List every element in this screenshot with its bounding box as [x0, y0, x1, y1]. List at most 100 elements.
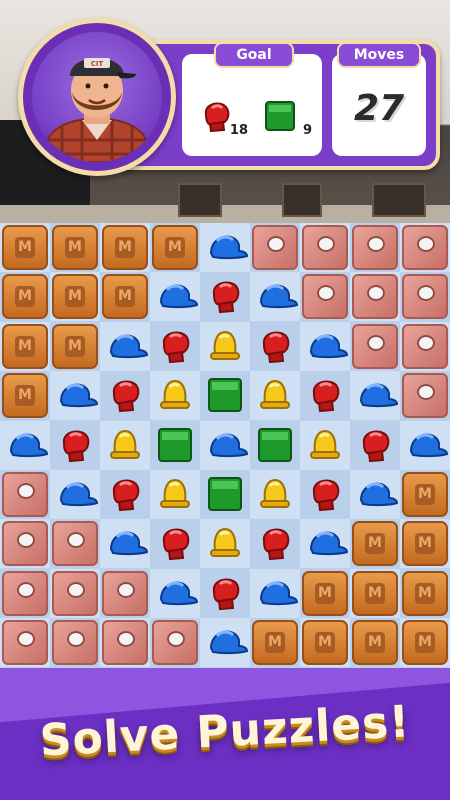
- board-cell[interactable]: M: [300, 618, 350, 668]
- crate-tile[interactable]: M: [302, 570, 348, 616]
- board-cell[interactable]: [300, 420, 350, 470]
- boxing-glove-icon[interactable]: [305, 375, 345, 419]
- cap-icon[interactable]: [355, 474, 399, 518]
- board-cell[interactable]: [100, 470, 150, 519]
- marble-tile[interactable]: [402, 225, 448, 270]
- crate-tile[interactable]: M: [402, 570, 448, 616]
- crate-tile[interactable]: M: [52, 274, 98, 320]
- board-cell[interactable]: M: [0, 223, 50, 272]
- crate-tile[interactable]: M: [2, 274, 48, 320]
- board-cell[interactable]: [200, 223, 250, 272]
- crate-tile[interactable]: M: [2, 323, 48, 369]
- board-cell[interactable]: [300, 470, 350, 519]
- cap-icon[interactable]: [55, 375, 99, 419]
- board-cell[interactable]: [50, 618, 100, 668]
- crate-tile[interactable]: M: [352, 521, 398, 567]
- marble-tile[interactable]: [302, 274, 348, 320]
- board-cell[interactable]: [350, 371, 400, 421]
- board-cell[interactable]: [150, 272, 200, 322]
- cap-icon[interactable]: [5, 425, 49, 469]
- board-cell[interactable]: M: [0, 321, 50, 371]
- board-cell[interactable]: [50, 519, 100, 569]
- board-cell[interactable]: M: [50, 321, 100, 371]
- cap-icon[interactable]: [305, 326, 349, 370]
- board-cell[interactable]: [100, 568, 150, 618]
- board-cell[interactable]: M: [0, 371, 50, 421]
- board-cell[interactable]: M: [300, 568, 350, 618]
- board-cell[interactable]: [150, 371, 200, 421]
- crate-tile[interactable]: M: [352, 570, 398, 616]
- marble-tile[interactable]: [402, 323, 448, 369]
- board-cell[interactable]: M: [250, 618, 300, 668]
- bell-icon[interactable]: [305, 425, 345, 469]
- boxing-glove-icon[interactable]: [155, 523, 195, 567]
- board-cell[interactable]: M: [50, 272, 100, 322]
- marble-tile[interactable]: [2, 570, 48, 616]
- crate-tile[interactable]: M: [152, 225, 198, 270]
- green-block-icon[interactable]: [205, 375, 245, 419]
- board-cell[interactable]: [0, 618, 50, 668]
- board-cell[interactable]: [300, 371, 350, 421]
- board-cell[interactable]: [150, 470, 200, 519]
- board-cell[interactable]: M: [50, 223, 100, 272]
- board-cell[interactable]: [200, 568, 250, 618]
- board-cell[interactable]: [250, 568, 300, 618]
- board-cell[interactable]: [400, 223, 450, 272]
- cap-icon[interactable]: [205, 425, 249, 469]
- bell-icon[interactable]: [105, 425, 145, 469]
- board-cell[interactable]: [50, 371, 100, 421]
- board-cell[interactable]: [200, 618, 250, 668]
- cap-icon[interactable]: [255, 573, 299, 617]
- board-cell[interactable]: M: [400, 470, 450, 519]
- marble-tile[interactable]: [352, 323, 398, 369]
- board-cell[interactable]: M: [100, 223, 150, 272]
- bell-icon[interactable]: [205, 326, 245, 370]
- boxing-glove-icon[interactable]: [105, 474, 145, 518]
- marble-tile[interactable]: [302, 225, 348, 270]
- cap-icon[interactable]: [55, 474, 99, 518]
- crate-tile[interactable]: M: [352, 620, 398, 666]
- board-cell[interactable]: [100, 321, 150, 371]
- marble-tile[interactable]: [402, 373, 448, 419]
- board-cell[interactable]: [200, 321, 250, 371]
- board-cell[interactable]: [200, 519, 250, 569]
- board-cell[interactable]: [100, 371, 150, 421]
- marble-tile[interactable]: [402, 274, 448, 320]
- board-cell[interactable]: [150, 618, 200, 668]
- board-cell[interactable]: [150, 519, 200, 569]
- marble-tile[interactable]: [352, 274, 398, 320]
- board-cell[interactable]: [0, 519, 50, 569]
- crate-tile[interactable]: M: [102, 274, 148, 320]
- marble-tile[interactable]: [52, 570, 98, 616]
- green-block-icon[interactable]: [205, 474, 245, 518]
- board-cell[interactable]: [200, 371, 250, 421]
- board-cell[interactable]: [400, 371, 450, 421]
- board-cell[interactable]: [50, 568, 100, 618]
- crate-tile[interactable]: M: [302, 620, 348, 666]
- cap-icon[interactable]: [205, 622, 249, 666]
- board-cell[interactable]: [150, 568, 200, 618]
- crate-tile[interactable]: M: [402, 521, 448, 567]
- board-cell[interactable]: M: [400, 568, 450, 618]
- board-cell[interactable]: [350, 321, 400, 371]
- board-cell[interactable]: [150, 420, 200, 470]
- green-block-icon[interactable]: [255, 425, 295, 469]
- marble-tile[interactable]: [352, 225, 398, 270]
- boxing-glove-icon[interactable]: [255, 326, 295, 370]
- boxing-glove-icon[interactable]: [205, 276, 245, 320]
- board-cell[interactable]: [200, 420, 250, 470]
- bell-icon[interactable]: [255, 474, 295, 518]
- board-cell[interactable]: [350, 223, 400, 272]
- board-cell[interactable]: [300, 321, 350, 371]
- cap-icon[interactable]: [405, 425, 449, 469]
- board-cell[interactable]: M: [400, 618, 450, 668]
- board-cell[interactable]: [0, 420, 50, 470]
- board-cell[interactable]: [300, 223, 350, 272]
- crate-tile[interactable]: M: [402, 620, 448, 666]
- board-cell[interactable]: M: [400, 519, 450, 569]
- marble-tile[interactable]: [2, 472, 48, 517]
- marble-tile[interactable]: [52, 521, 98, 567]
- cap-icon[interactable]: [155, 276, 199, 320]
- marble-tile[interactable]: [102, 620, 148, 666]
- board-cell[interactable]: M: [350, 568, 400, 618]
